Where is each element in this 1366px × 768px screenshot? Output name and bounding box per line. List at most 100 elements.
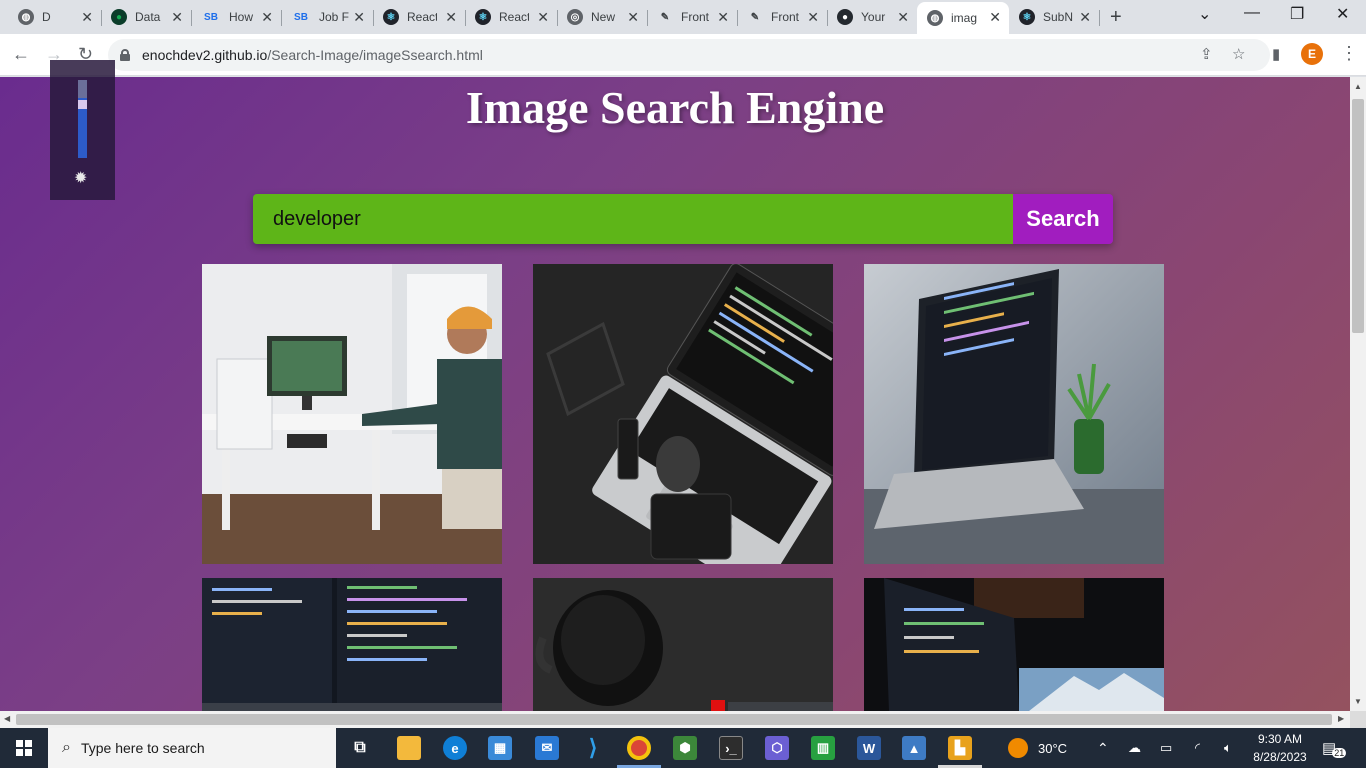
scrollbar-thumb[interactable]	[16, 714, 1332, 725]
desk-photo	[202, 264, 502, 564]
browser-tab[interactable]: ✎ Front ✕	[737, 2, 828, 32]
edge-icon[interactable]: e	[443, 736, 467, 760]
volume-icon[interactable]: 🔈︎	[1224, 728, 1232, 768]
scroll-up-arrow-icon[interactable]: ▲	[1354, 82, 1362, 91]
minimize-button[interactable]: —	[1244, 4, 1260, 22]
tab-title: Your	[861, 10, 886, 24]
result-image[interactable]	[864, 578, 1164, 711]
photos-icon[interactable]: ▲	[902, 736, 926, 760]
start-button[interactable]	[0, 728, 48, 768]
terminal-icon[interactable]: ›_	[719, 736, 743, 760]
brightness-overlay: ✹	[50, 60, 115, 200]
lock-icon[interactable]	[120, 49, 130, 61]
result-image[interactable]	[533, 578, 833, 711]
close-icon[interactable]: ✕	[445, 9, 457, 26]
battery-icon[interactable]: ▭	[1160, 728, 1172, 768]
close-icon[interactable]: ✕	[989, 9, 1001, 26]
search-input[interactable]	[253, 194, 1013, 244]
close-icon[interactable]: ✕	[81, 9, 93, 26]
back-arrow-icon[interactable]: ←	[12, 44, 30, 65]
chrome-icon[interactable]	[627, 736, 651, 760]
close-icon[interactable]: ✕	[261, 9, 273, 26]
storybook-icon: SB	[204, 11, 218, 23]
react-icon: ⚛	[475, 9, 491, 25]
close-icon[interactable]: ✕	[537, 9, 549, 26]
browser-tab[interactable]: ⚛ React ✕	[373, 2, 466, 32]
scroll-down-arrow-icon[interactable]: ▼	[1354, 697, 1362, 706]
file-explorer-icon[interactable]	[397, 736, 421, 760]
tab-title: SubN	[1043, 10, 1073, 24]
close-icon[interactable]: ✕	[807, 9, 819, 26]
browser-tab[interactable]: ⚛ SubN ✕	[1009, 2, 1100, 32]
mongodb-leaf-icon: ●	[111, 9, 127, 25]
tab-title: Front	[681, 10, 710, 24]
url-host: enochdev2.github.io	[142, 47, 268, 63]
result-image[interactable]	[202, 578, 502, 711]
browser-tab[interactable]: SB How ✕	[191, 2, 282, 32]
mail-icon[interactable]: ✉	[535, 736, 559, 760]
browser-tab[interactable]: SB Job F ✕	[281, 2, 374, 32]
weather-widget[interactable]: 30°C	[1008, 728, 1067, 768]
globe-icon: ◍	[18, 9, 34, 25]
nodejs-icon[interactable]: ⬢	[673, 736, 697, 760]
close-icon[interactable]: ✕	[171, 9, 183, 26]
browser-tab[interactable]: ◍ D ✕	[8, 2, 102, 32]
browser-tab[interactable]: ● Data ✕	[101, 2, 192, 32]
tab-search-chevron-icon[interactable]: ⌄	[1198, 4, 1211, 24]
globe-icon: ◍	[927, 10, 943, 26]
page-viewport: Image Search Engine Search	[0, 77, 1350, 711]
close-icon[interactable]: ✕	[897, 9, 909, 26]
result-image[interactable]	[533, 264, 833, 564]
close-icon[interactable]: ✕	[627, 9, 639, 26]
tab-title: Front	[771, 10, 800, 24]
profile-avatar[interactable]: E	[1301, 43, 1323, 65]
coffee-cup-photo	[533, 578, 833, 711]
browser-tab[interactable]: ◎ New ✕	[557, 2, 648, 32]
url-path: /Search-Image/imageSsearch.html	[267, 47, 483, 63]
browser-tab[interactable]: ✎ Front ✕	[647, 2, 738, 32]
clock-time: 9:30 AM	[1257, 732, 1303, 746]
share-icon[interactable]: ⇪	[1200, 45, 1213, 63]
search-button[interactable]: Search	[1013, 194, 1113, 244]
taskbar-search[interactable]: ⌕ Type here to search	[48, 728, 336, 768]
file-manager-icon[interactable]: ▙	[948, 736, 972, 760]
scroll-left-arrow-icon[interactable]: ◀	[4, 714, 10, 723]
restore-button[interactable]: ❐	[1290, 4, 1304, 24]
vertical-scrollbar[interactable]: ▲ ▼	[1350, 77, 1366, 711]
side-panel-icon[interactable]: ▮	[1272, 45, 1280, 63]
result-image[interactable]	[864, 264, 1164, 564]
task-view-icon[interactable]: ⧉	[348, 736, 372, 760]
browser-tab-active[interactable]: ◍ imag ✕	[917, 2, 1009, 34]
laptop-topdown-photo	[533, 264, 833, 564]
word-icon[interactable]: W	[857, 736, 881, 760]
window-close-button[interactable]: ✕	[1336, 4, 1349, 24]
address-bar[interactable]: enochdev2.github.io/Search-Image/imageSs…	[108, 39, 1270, 71]
wifi-icon[interactable]: ◜	[1195, 728, 1200, 768]
close-icon[interactable]: ✕	[717, 9, 729, 26]
spreadsheet-icon[interactable]: ▥	[811, 736, 835, 760]
bookmark-star-icon[interactable]: ☆	[1232, 45, 1245, 63]
browser-tab[interactable]: ● Your ✕	[827, 2, 918, 32]
storybook-icon: SB	[294, 11, 308, 23]
tab-title: Data	[135, 10, 161, 24]
menu-kebab-icon[interactable]: ⋮	[1340, 43, 1358, 64]
react-icon: ⚛	[1019, 9, 1035, 25]
chevron-up-icon[interactable]: ⌃	[1097, 728, 1109, 768]
brightness-slider[interactable]	[78, 80, 87, 158]
tab-title: New	[591, 10, 616, 24]
horizontal-scrollbar[interactable]: ◀ ▶	[0, 711, 1350, 728]
system-clock[interactable]: 9:30 AM 8/28/2023	[1248, 730, 1312, 766]
close-icon[interactable]: ✕	[1079, 9, 1091, 26]
new-tab-button[interactable]: +	[1110, 6, 1122, 29]
app-hex-icon[interactable]: ⬡	[765, 736, 789, 760]
store-icon[interactable]: ▦	[488, 736, 512, 760]
notification-center[interactable]: ▤ 21	[1322, 728, 1347, 768]
onedrive-icon[interactable]: ☁	[1128, 728, 1141, 768]
close-icon[interactable]: ✕	[353, 9, 365, 26]
scroll-right-arrow-icon[interactable]: ▶	[1338, 714, 1344, 723]
scrollbar-thumb[interactable]	[1352, 99, 1364, 333]
result-image[interactable]	[202, 264, 502, 564]
browser-tab[interactable]: ⚛ React ✕	[465, 2, 558, 32]
tab-title: Job F	[319, 10, 349, 24]
vscode-icon[interactable]: ⟩	[581, 735, 605, 760]
